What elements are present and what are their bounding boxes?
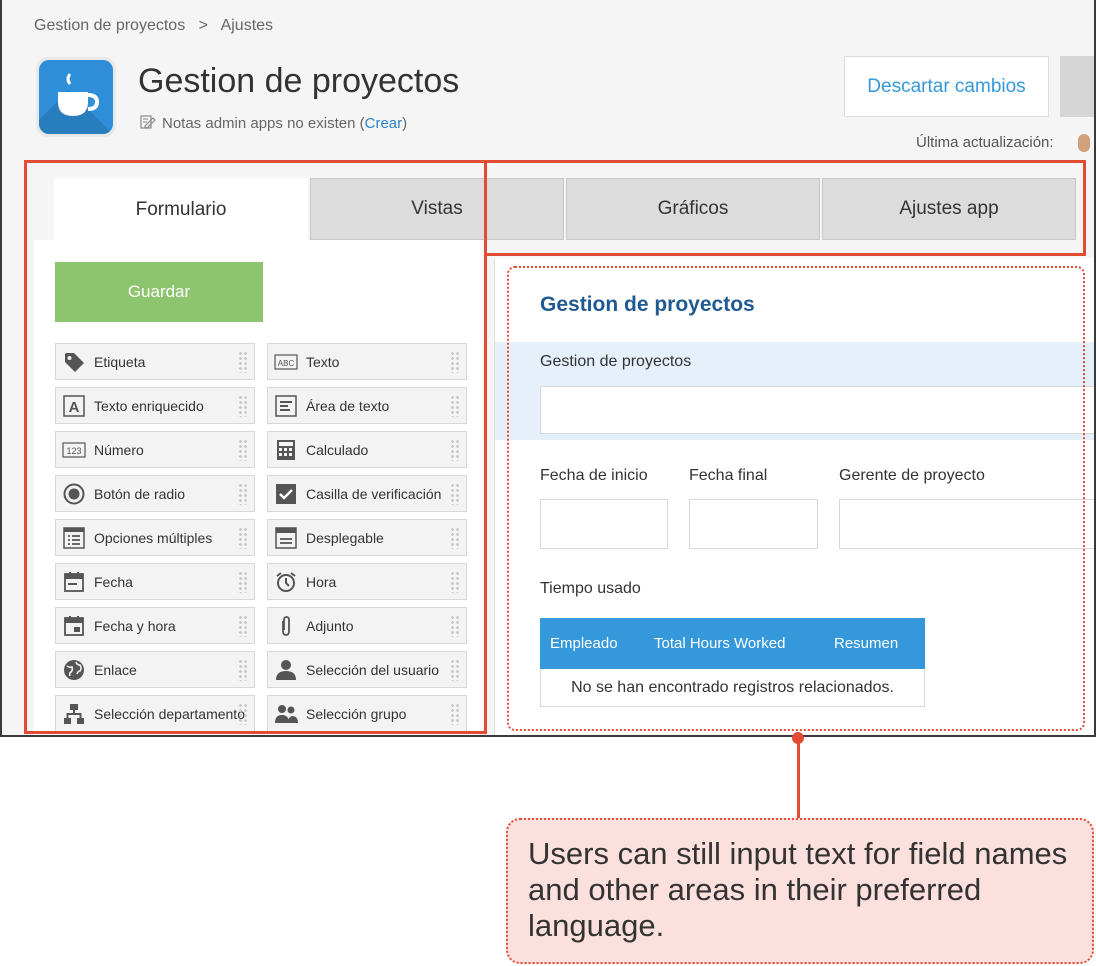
notes-text: Notas admin apps no existen ( bbox=[162, 115, 365, 132]
breadcrumb-separator: > bbox=[198, 17, 208, 34]
app-title: Gestion de proyectos bbox=[138, 62, 460, 100]
app-icon bbox=[36, 57, 116, 137]
form-highlight-box bbox=[507, 266, 1085, 731]
breadcrumb-current: Ajustes bbox=[220, 17, 274, 34]
app-window: Gestion de proyectos > Ajustes Gestion d… bbox=[0, 0, 1096, 737]
admin-notes: Notas admin apps no existen (Crear) bbox=[140, 114, 407, 132]
breadcrumb: Gestion de proyectos > Ajustes bbox=[34, 17, 282, 35]
tabs-highlight-edge bbox=[484, 253, 1086, 256]
callout-box: Users can still input text for field nam… bbox=[506, 818, 1094, 964]
tabs-highlight-edge-right bbox=[1083, 160, 1086, 256]
avatar[interactable] bbox=[1078, 134, 1090, 152]
note-edit-icon bbox=[140, 114, 156, 130]
callout-connector-dot bbox=[792, 732, 804, 744]
coffee-cup-icon bbox=[58, 73, 100, 116]
callout-connector-line bbox=[797, 736, 800, 822]
last-update-label: Última actualización: bbox=[916, 134, 1054, 151]
breadcrumb-root[interactable]: Gestion de proyectos bbox=[34, 17, 185, 34]
palette-highlight-box bbox=[24, 160, 487, 734]
create-notes-link[interactable]: Crear bbox=[365, 115, 403, 132]
notes-close: ) bbox=[402, 115, 408, 132]
save-app-button[interactable] bbox=[1060, 56, 1094, 117]
discard-changes-button[interactable]: Descartar cambios bbox=[844, 56, 1049, 117]
